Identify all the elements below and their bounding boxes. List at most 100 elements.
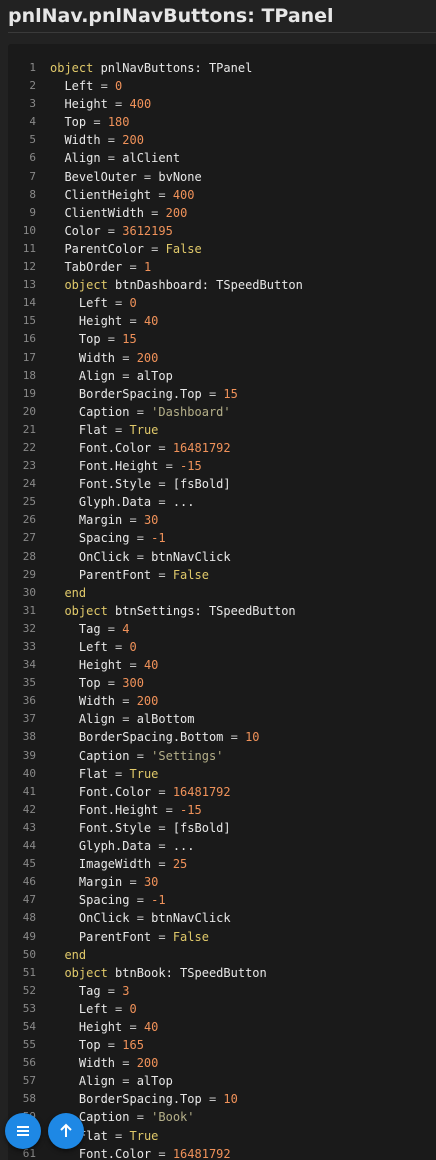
code-token: BorderSpacing.Top <box>50 1092 209 1107</box>
code-token: Width <box>50 133 108 148</box>
code-token: = <box>158 495 166 510</box>
code-block: 1 object pnlNavButtons: TPanel 2 Left = 03… <box>8 44 436 1160</box>
code-token: Margin <box>50 513 130 528</box>
code-token: -1 <box>143 531 166 546</box>
code-token: btnSettings: TSpeedButton <box>107 603 296 618</box>
line-number: 47 <box>22 893 36 907</box>
code-token: = <box>158 1146 166 1160</box>
code-token: 0 <box>122 1001 137 1016</box>
code-token: -1 <box>143 893 166 908</box>
code-token: Left <box>50 640 116 654</box>
line-text: Spacing = -1 <box>50 529 166 547</box>
line-number: 30 <box>22 585 36 599</box>
code-token: = <box>165 802 173 817</box>
code-token: = <box>136 1110 144 1125</box>
code-token: Top <box>50 1038 108 1053</box>
code-token: 16481792 <box>165 1146 231 1160</box>
code-line: 19 BorderSpacing.Top = 15 <box>8 385 436 403</box>
code-token: Left <box>50 79 101 94</box>
line-number: 1 <box>29 61 36 74</box>
code-token: Align <box>50 712 123 727</box>
line-number: 40 <box>22 766 36 780</box>
line-text: object btnSettings: TSpeedButton <box>50 602 296 620</box>
line-number: 5 <box>29 133 36 147</box>
scroll-to-top-button[interactable] <box>48 1113 84 1149</box>
line-text: Tag = 3 <box>50 982 130 1000</box>
code-token: Width <box>50 1056 123 1071</box>
code-line: 23 Font.Height = -15 <box>8 457 436 475</box>
line-text: Tag = 4 <box>50 620 130 638</box>
code-token: Margin <box>50 875 130 890</box>
line-number: 39 <box>22 748 36 762</box>
line-text: BevelOuter = bvNone <box>50 168 201 186</box>
line-text: Align = alClient <box>50 149 180 167</box>
code-token: = <box>129 513 137 528</box>
line-text: object pnlNavButtons: TPanel <box>50 59 252 77</box>
line-number: 25 <box>22 495 36 509</box>
code-line: 42 Font.Height = -15 <box>8 801 436 819</box>
code-token: 1 <box>136 260 152 275</box>
code-token: 'Book' <box>143 1110 195 1125</box>
line-text: Left = 0 <box>50 638 137 656</box>
line-number: 22 <box>22 440 36 454</box>
code-line: 55 Top = 165 <box>8 1036 436 1054</box>
code-token: Color <box>50 223 108 238</box>
menu-button[interactable] <box>5 1113 41 1149</box>
code-token: ParentFont <box>50 567 159 582</box>
code-token: ... <box>165 495 195 510</box>
line-number: 37 <box>22 712 36 726</box>
code-token: 200 <box>129 694 159 709</box>
code-token: Width <box>50 350 123 365</box>
code-token: 0 <box>122 296 137 311</box>
code-token: True <box>122 422 159 437</box>
code-token: Font.Color <box>50 784 159 799</box>
line-text: Width = 200 <box>50 1054 159 1072</box>
code-line: 57 Align = alTop <box>8 1072 436 1090</box>
code-token: 200 <box>158 205 188 220</box>
line-text: Glyph.Data = ... <box>50 837 195 855</box>
line-text: Left = 0 <box>50 294 137 312</box>
code-line: 50 end <box>8 946 436 964</box>
code-token: object <box>50 603 108 618</box>
line-text: Flat = True <box>50 765 159 783</box>
code-token: = <box>107 621 116 636</box>
code-token: Caption <box>50 748 137 763</box>
code-token: [fsBold] <box>165 820 231 835</box>
code-token: BorderSpacing.Top <box>50 386 209 401</box>
line-number: 11 <box>22 241 36 255</box>
code-token: Flat <box>50 422 116 437</box>
code-line: 46 Margin = 30 <box>8 873 436 891</box>
code-line: 48 OnClick = btnNavClick <box>8 909 436 927</box>
code-line: 10 Color = 3612195 <box>8 222 436 240</box>
code-token: 0 <box>107 79 123 94</box>
line-text: OnClick = btnNavClick <box>50 909 231 927</box>
code-token: 180 <box>100 115 130 130</box>
code-line: 54 Height = 40 <box>8 1018 436 1036</box>
code-line: 4 Top = 180 <box>8 113 436 131</box>
line-text: ParentColor = False <box>50 240 201 258</box>
code-token: 15 <box>115 332 137 347</box>
code-token: Height <box>50 1019 130 1034</box>
line-number: 42 <box>22 802 36 816</box>
code-line: 41 Font.Color = 16481792 <box>8 783 436 801</box>
code-line: 45 ImageWidth = 25 <box>8 855 436 873</box>
code-token: 300 <box>115 676 144 691</box>
code-token: BorderSpacing.Bottom <box>50 730 231 745</box>
line-number: 56 <box>22 1056 36 1070</box>
code-token: Tag <box>50 621 108 636</box>
line-number: 36 <box>22 694 36 708</box>
code-line: 22 Font.Color = 16481792 <box>8 439 436 457</box>
code-token: 10 <box>216 1092 238 1107</box>
code-token: ClientHeight <box>50 187 159 202</box>
code-token: btnDashboard: TSpeedButton <box>107 278 303 293</box>
line-text: end <box>50 584 86 602</box>
line-number: 26 <box>22 513 36 527</box>
line-text: Left = 0 <box>50 1000 137 1018</box>
code-token: Font.Height <box>50 459 166 474</box>
line-number: 44 <box>22 839 36 853</box>
code-token: False <box>165 567 209 582</box>
code-token: Flat <box>50 766 116 781</box>
line-text: Top = 300 <box>50 674 144 692</box>
line-number: 55 <box>22 1038 36 1052</box>
page-title: pnlNav.pnlNavButtons: TPanel <box>8 5 334 27</box>
